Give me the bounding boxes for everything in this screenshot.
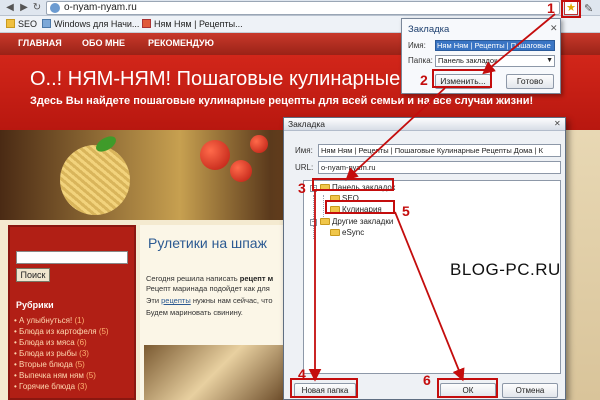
post-text: Рецепт маринада подойдет как для <box>146 284 270 293</box>
search-button[interactable]: Поиск <box>16 268 50 282</box>
globe-icon <box>50 3 60 13</box>
step-number: 4 <box>298 366 306 382</box>
folder-select[interactable]: Панель закладок ▼ <box>435 55 555 67</box>
bookmark-url-input[interactable]: o-nyam-nyam.ru <box>318 161 561 174</box>
name-label: Имя: <box>408 41 426 50</box>
rubric-item[interactable]: • Горячие блюда (3) <box>14 381 132 392</box>
nav-home[interactable]: ГЛАВНАЯ <box>18 38 62 48</box>
collapse-icon[interactable]: − <box>310 219 317 226</box>
dialog-title: Закладка <box>288 119 325 129</box>
site-subtitle: Здесь Вы найдете пошаговые кулинарные ре… <box>30 95 534 107</box>
right-column <box>560 130 600 400</box>
recipes-link[interactable]: рецепты <box>161 296 191 305</box>
nav-about[interactable]: ОБО МНЕ <box>82 38 125 48</box>
tomato-image <box>250 135 268 153</box>
cancel-button[interactable]: Отмена <box>502 383 558 398</box>
folder-icon <box>6 19 15 28</box>
step-number: 1 <box>547 0 555 16</box>
rubrics-list: • А улыбнуться! (1) • Блюда из картофеля… <box>14 315 132 392</box>
bookmark-dialog: Закладка ✕ Имя: Ням Ням | Рецепты | Поша… <box>283 117 566 400</box>
close-icon[interactable]: ✕ <box>550 23 558 34</box>
post-title[interactable]: Рулетики на шпаж <box>148 235 267 251</box>
rubric-item[interactable]: • Блюда из рыбы (3) <box>14 348 132 359</box>
collapse-icon[interactable]: − <box>310 185 317 192</box>
folder-icon <box>320 184 330 191</box>
tree-item-seo[interactable]: SEO <box>330 194 359 204</box>
rubric-item[interactable]: • А улыбнуться! (1) <box>14 315 132 326</box>
bookmark-nyam[interactable]: Ням Ням | Рецепты... <box>142 18 243 31</box>
url-text: o-nyam-nyam.ru <box>64 2 137 13</box>
sidebar: Поиск Рубрики • А улыбнуться! (1) • Блюд… <box>8 225 136 400</box>
folder-icon <box>330 195 340 202</box>
dialog-titlebar[interactable]: Закладка ✕ <box>284 118 565 131</box>
popup-title: Закладка <box>408 24 450 35</box>
post-text: Эти рецепты нужны нам сейчас, что <box>146 296 273 305</box>
page-icon <box>42 19 51 28</box>
post-text: Будем мариновать свинину. <box>146 308 243 317</box>
new-folder-button[interactable]: Новая папка <box>294 383 356 398</box>
done-button[interactable]: Готово <box>506 74 554 89</box>
tomato-image <box>230 160 252 182</box>
folder-icon <box>320 218 330 225</box>
tomato-image <box>200 140 230 170</box>
tree-item-kulinaria[interactable]: Кулинария <box>330 205 382 215</box>
tree-line <box>313 195 314 239</box>
rubrics-heading: Рубрики <box>16 300 54 310</box>
step-number: 3 <box>298 180 306 196</box>
bookmark-seo[interactable]: SEO <box>6 18 37 31</box>
bookmark-star-icon[interactable]: ★ <box>564 1 578 15</box>
page-icon <box>142 19 151 28</box>
address-bar[interactable]: o-nyam-nyam.ru <box>46 1 560 15</box>
folder-icon <box>330 229 340 236</box>
forward-icon[interactable]: ▶ <box>18 2 30 14</box>
edit-button[interactable]: Изменить... <box>435 74 491 89</box>
wrench-icon[interactable]: ✎ <box>584 2 593 15</box>
pasta-image <box>60 145 130 215</box>
name-label: Имя: <box>295 146 313 155</box>
watermark: BLOG-PC.RU <box>450 260 561 279</box>
nav-recommend[interactable]: РЕКОМЕНДУЮ <box>148 38 214 48</box>
ok-button[interactable]: ОК <box>440 383 496 398</box>
rubric-item[interactable]: • Выпечка ням ням (5) <box>14 370 132 381</box>
step-number: 5 <box>402 203 410 219</box>
bookmark-name-field[interactable]: Ням Ням | Рецепты | Пошаговые <box>435 40 555 51</box>
post-image <box>144 345 286 400</box>
tree-item-bookmarks-bar[interactable]: Панель закладок <box>320 183 395 193</box>
back-icon[interactable]: ◀ <box>4 2 16 14</box>
url-label: URL: <box>295 163 314 172</box>
browser-toolbar: ◀ ▶ ↻ o-nyam-nyam.ru ★ ✎ <box>0 0 600 16</box>
step-number: 6 <box>423 372 431 388</box>
tree-item-other-bookmarks[interactable]: Другие закладки <box>320 217 393 227</box>
tree-line <box>323 195 324 217</box>
chevron-down-icon: ▼ <box>546 57 553 64</box>
close-icon[interactable]: ✕ <box>554 119 561 128</box>
post-text: Сегодня решила написать рецепт м <box>146 274 274 283</box>
bookmark-name-input[interactable]: Ням Ням | Рецепты | Пошаговые Кулинарные… <box>318 144 561 157</box>
folder-icon <box>330 206 340 213</box>
search-input[interactable] <box>16 251 128 264</box>
folder-label: Папка: <box>408 56 433 65</box>
rubric-item[interactable]: • Блюда из картофеля (5) <box>14 326 132 337</box>
reload-icon[interactable]: ↻ <box>31 2 43 14</box>
bookmark-windows[interactable]: Windows для Начи... <box>42 18 139 31</box>
rubric-item[interactable]: • Вторые блюда (5) <box>14 359 132 370</box>
tree-item-esync[interactable]: eSync <box>330 228 364 238</box>
post-content: Рулетики на шпаж Сегодня решила написать… <box>140 225 290 400</box>
step-number: 2 <box>420 72 428 88</box>
rubric-item[interactable]: • Блюда из мяса (6) <box>14 337 132 348</box>
